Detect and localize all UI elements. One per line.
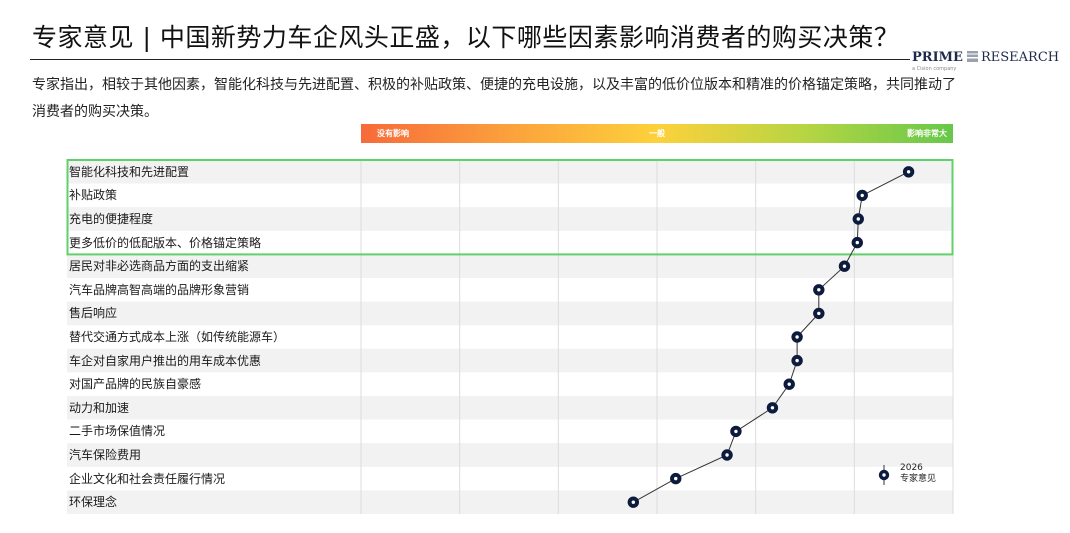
category-label: 二手市场保值情况 [69, 424, 166, 439]
category-label: 居民对非必选商品方面的支出缩紧 [69, 259, 250, 274]
data-point-marker-center [787, 382, 791, 386]
data-point-marker-center [842, 264, 847, 268]
data-point-marker-center [817, 288, 821, 292]
category-label: 售后响应 [69, 306, 118, 321]
category-label: 汽车品牌高智高端的品牌形象营销 [69, 282, 250, 297]
category-label: 企业文化和社会责任履行情况 [69, 471, 226, 486]
data-point-marker-center [795, 335, 799, 339]
data-point-marker-center [817, 311, 821, 316]
data-point-marker-center [734, 429, 738, 434]
row-band [67, 396, 953, 420]
category-label: 替代交通方式成本上涨（如传统能源车） [69, 330, 286, 344]
data-point-marker-center [856, 217, 860, 221]
data-point-marker-center [795, 358, 799, 363]
legend-label-line: 2026 [900, 463, 923, 473]
category-label: 补贴政策 [69, 188, 118, 203]
category-label: 环保理念 [69, 495, 118, 510]
category-label: 智能化科技和先进配置 [69, 164, 190, 179]
category-label: 汽车保险费用 [69, 448, 142, 462]
data-point-marker-center [855, 240, 859, 245]
row-band [67, 443, 953, 467]
row-band [67, 160, 953, 184]
category-label: 更多低价的低配版本、价格锚定策略 [69, 235, 262, 250]
data-point-marker-center [770, 406, 775, 410]
data-point-marker-center [860, 193, 864, 198]
legend-marker-center [882, 473, 886, 477]
row-band [67, 207, 953, 231]
data-point-marker-center [674, 476, 678, 481]
category-label: 对国产品牌的民族自豪感 [69, 377, 202, 392]
category-label: 车企对自家用户推出的用车成本优惠 [69, 353, 262, 368]
data-point-marker-center [631, 500, 636, 504]
legend-label-line: 专家意见 [900, 474, 937, 484]
category-label: 充电的便捷程度 [69, 212, 154, 226]
data-point-marker-center [725, 453, 729, 457]
row-band [67, 490, 953, 514]
legend-series-label: 2026 专家意见 [900, 463, 936, 485]
data-point-marker-center [906, 170, 911, 174]
category-label: 动力和加速 [69, 400, 130, 415]
